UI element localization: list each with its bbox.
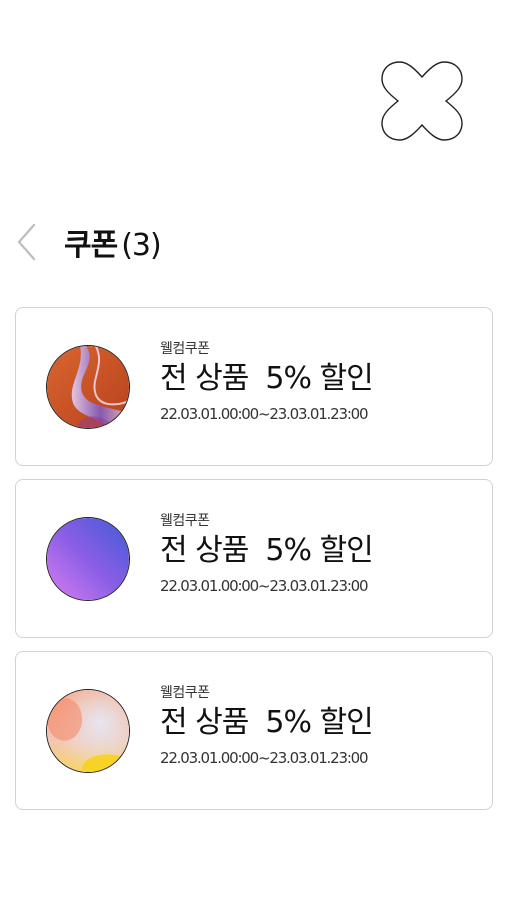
chevron-left-icon <box>17 223 36 261</box>
pastel-gradient-image <box>47 690 129 772</box>
coupon-period: 22.03.01.00:00~23.03.01.23:00 <box>160 749 369 767</box>
coupon-thumbnail <box>46 345 130 429</box>
coupon-title: 전 상품 5% 할인 <box>160 705 374 740</box>
coupon-type: 웰컴쿠폰 <box>160 513 210 529</box>
coupon-card[interactable]: 웰컴쿠폰 전 상품 5% 할인 22.03.01.00:00~23.03.01.… <box>15 307 493 466</box>
coupon-info: 웰컴쿠폰 전 상품 5% 할인 22.03.01.00:00~23.03.01.… <box>160 512 374 596</box>
coupon-page: 쿠폰 (3) 웰컴쿠폰 전 상품 5% 할인 22.03.01.00:00~23… <box>0 0 506 900</box>
close-x-icon <box>381 61 463 141</box>
coupon-type: 웰컴쿠폰 <box>160 685 210 701</box>
coupon-card[interactable]: 웰컴쿠폰 전 상품 5% 할인 22.03.01.00:00~23.03.01.… <box>15 479 493 638</box>
coupon-type: 웰컴쿠폰 <box>160 341 210 357</box>
coupon-period: 22.03.01.00:00~23.03.01.23:00 <box>160 405 369 423</box>
coupon-thumbnail <box>46 517 130 601</box>
coupon-card[interactable]: 웰컴쿠폰 전 상품 5% 할인 22.03.01.00:00~23.03.01.… <box>15 651 493 810</box>
coupon-count: (3) <box>121 228 161 263</box>
page-header: 쿠폰 (3) <box>10 218 162 266</box>
coupon-title: 전 상품 5% 할인 <box>160 361 374 396</box>
coupon-list: 웰컴쿠폰 전 상품 5% 할인 22.03.01.00:00~23.03.01.… <box>15 307 493 823</box>
coupon-thumbnail <box>46 689 130 773</box>
page-title: 쿠폰 (3) <box>64 220 162 264</box>
orange-abstract-image <box>47 346 129 428</box>
coupon-info: 웰컴쿠폰 전 상품 5% 할인 22.03.01.00:00~23.03.01.… <box>160 340 374 424</box>
close-button[interactable] <box>376 56 468 146</box>
back-button[interactable] <box>10 220 42 264</box>
page-title-text: 쿠폰 <box>64 228 118 263</box>
coupon-info: 웰컴쿠폰 전 상품 5% 할인 22.03.01.00:00~23.03.01.… <box>160 684 374 768</box>
coupon-title: 전 상품 5% 할인 <box>160 533 374 568</box>
purple-gradient-image <box>47 518 129 600</box>
coupon-period: 22.03.01.00:00~23.03.01.23:00 <box>160 577 369 595</box>
